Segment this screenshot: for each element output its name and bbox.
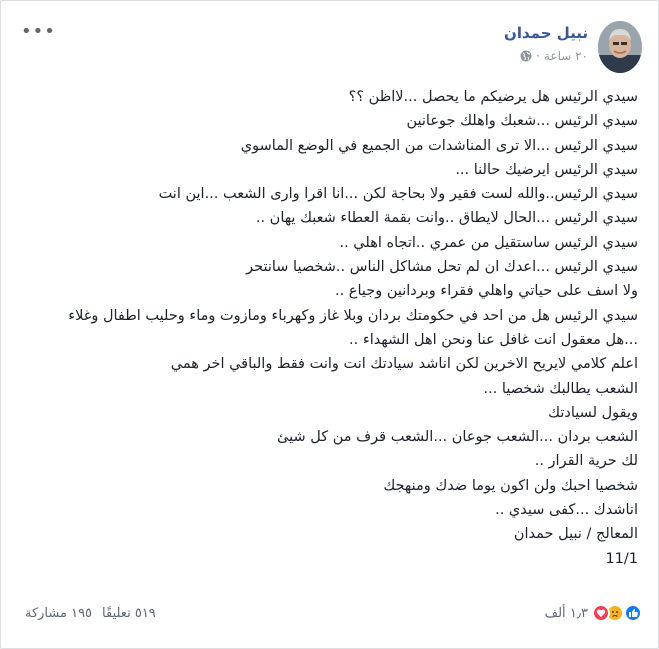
post-text-line: ...هل معقول انت غافل عنا ونحن اهل الشهدا… — [349, 331, 638, 348]
author-avatar[interactable] — [598, 21, 642, 73]
more-options-icon[interactable]: ••• — [21, 23, 56, 41]
reactions-count[interactable]: ١٫٣ ألف — [545, 606, 588, 621]
post-text-line: سيدي الرئيس ...اعدك ان لم تحل مشاكل النا… — [246, 259, 638, 276]
post-text-line: سيدي الرئيس..والله لست فقير ولا بحاجة لك… — [158, 186, 638, 203]
post-text-line: سيدي الرئيس ...الا ترى المناشدات من الجم… — [240, 137, 638, 154]
post-text-line: اعلم كلامي لايريح الاخرين لكن اناشد سياد… — [170, 356, 638, 373]
post-text-line: سيدي الرئيس ايرضيك حالنا ... — [455, 161, 638, 178]
post-footer: ١٫٣ ألف ٥١٩ تعليقًا ١٩٥ مشاركة — [1, 598, 659, 628]
post-text-line: ولا اسف على حياتي واهلي فقراء وبردانين و… — [334, 283, 638, 300]
post-header: نبيل حمدان ٢٠ ساعة · — [22, 21, 642, 73]
post-stats: ٥١٩ تعليقًا ١٩٥ مشاركة — [25, 606, 156, 621]
meta-separator: · — [536, 49, 540, 63]
post-text-line: الشعب بردان ...الشعب جوعان ...الشعب قرف … — [277, 429, 638, 446]
post-text-line: المعالج / نبيل حمدان — [513, 526, 638, 543]
globe-icon[interactable] — [520, 50, 532, 62]
post-body: سيدي الرئيس هل يرضيكم ما يحصل ...لااظن ؟… — [18, 85, 638, 571]
reactions-summary[interactable]: ١٫٣ ألف — [545, 604, 642, 622]
post-text-line: لك حرية القرار .. — [534, 453, 638, 470]
author-name[interactable]: نبيل حمدان — [504, 24, 588, 42]
post-text-line: شخصيا احبك ولن اكون يوما ضدك ومنهجك — [383, 477, 638, 494]
post-text-line: ويقول لسيادتك — [548, 404, 638, 421]
comments-count[interactable]: ٥١٩ تعليقًا — [102, 606, 156, 621]
post-meta: ٢٠ ساعة · — [520, 49, 588, 63]
post-text-line: سيدي الرئيس ساستقيل من عمري ..اتجاه اهلي… — [339, 234, 638, 251]
post-card: نبيل حمدان ٢٠ ساعة · ••• سيدي الرئيس هل … — [0, 0, 659, 649]
post-time[interactable]: ٢٠ ساعة — [544, 49, 588, 63]
post-text-line: اناشدك ...كفى سيدي .. — [495, 502, 638, 519]
post-text-line: سيدي الرئيس ...شعبك واهلك جوعانين — [406, 113, 638, 130]
post-text-line: الشعب يطالبك شخصيا ... — [483, 380, 638, 397]
shares-count[interactable]: ١٩٥ مشاركة — [25, 606, 92, 621]
post-text-line: 11/1 — [605, 550, 638, 567]
post-text-line: سيدي الرئيس هل من احد في حكومتك بردان وب… — [68, 307, 638, 324]
post-text-line: سيدي الرئيس ...الحال لايطاق ..وانت بقمة … — [255, 210, 638, 227]
post-text-line: سيدي الرئيس هل يرضيكم ما يحصل ...لااظن ؟… — [348, 89, 638, 105]
like-icon — [624, 604, 642, 622]
love-icon — [592, 604, 610, 622]
